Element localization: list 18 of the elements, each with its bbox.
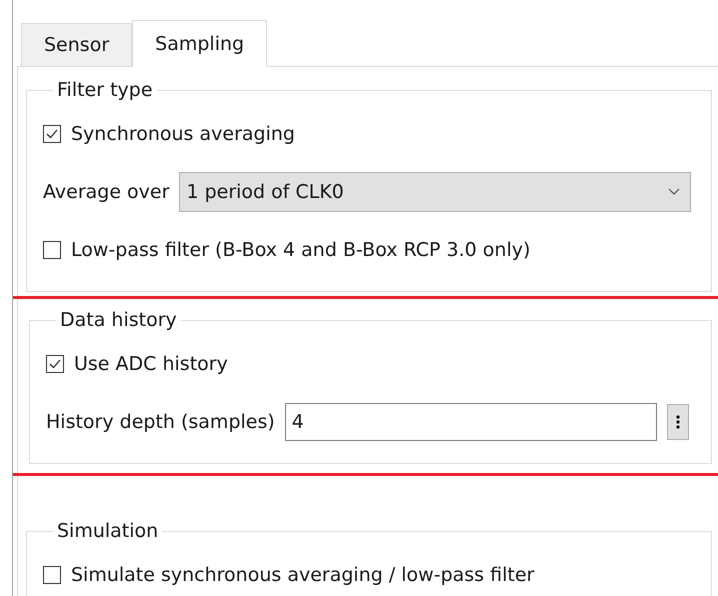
chevron-down-icon	[668, 188, 680, 196]
checkbox-label: Use ADC history	[74, 353, 228, 375]
field-label: History depth (samples)	[46, 411, 275, 433]
tab[interactable]: Sensor	[21, 23, 132, 67]
more-icon	[676, 415, 680, 429]
checkbox-icon[interactable]	[43, 241, 61, 259]
input-field[interactable]: 4	[284, 403, 657, 441]
group-title: Simulation	[56, 520, 160, 542]
group-title: Data history	[59, 309, 178, 331]
checkbox-icon[interactable]	[43, 566, 61, 584]
more-button[interactable]	[667, 404, 689, 440]
tab[interactable]: Sampling	[132, 20, 268, 67]
group-title: Filter type	[56, 79, 154, 101]
checkbox-icon[interactable]	[43, 125, 61, 143]
checkbox-icon[interactable]	[46, 355, 64, 373]
checkbox[interactable]: Use ADC history	[46, 353, 228, 375]
field-label: Average over	[43, 181, 170, 203]
dropdown[interactable]: 1 period of CLK0	[179, 172, 691, 212]
